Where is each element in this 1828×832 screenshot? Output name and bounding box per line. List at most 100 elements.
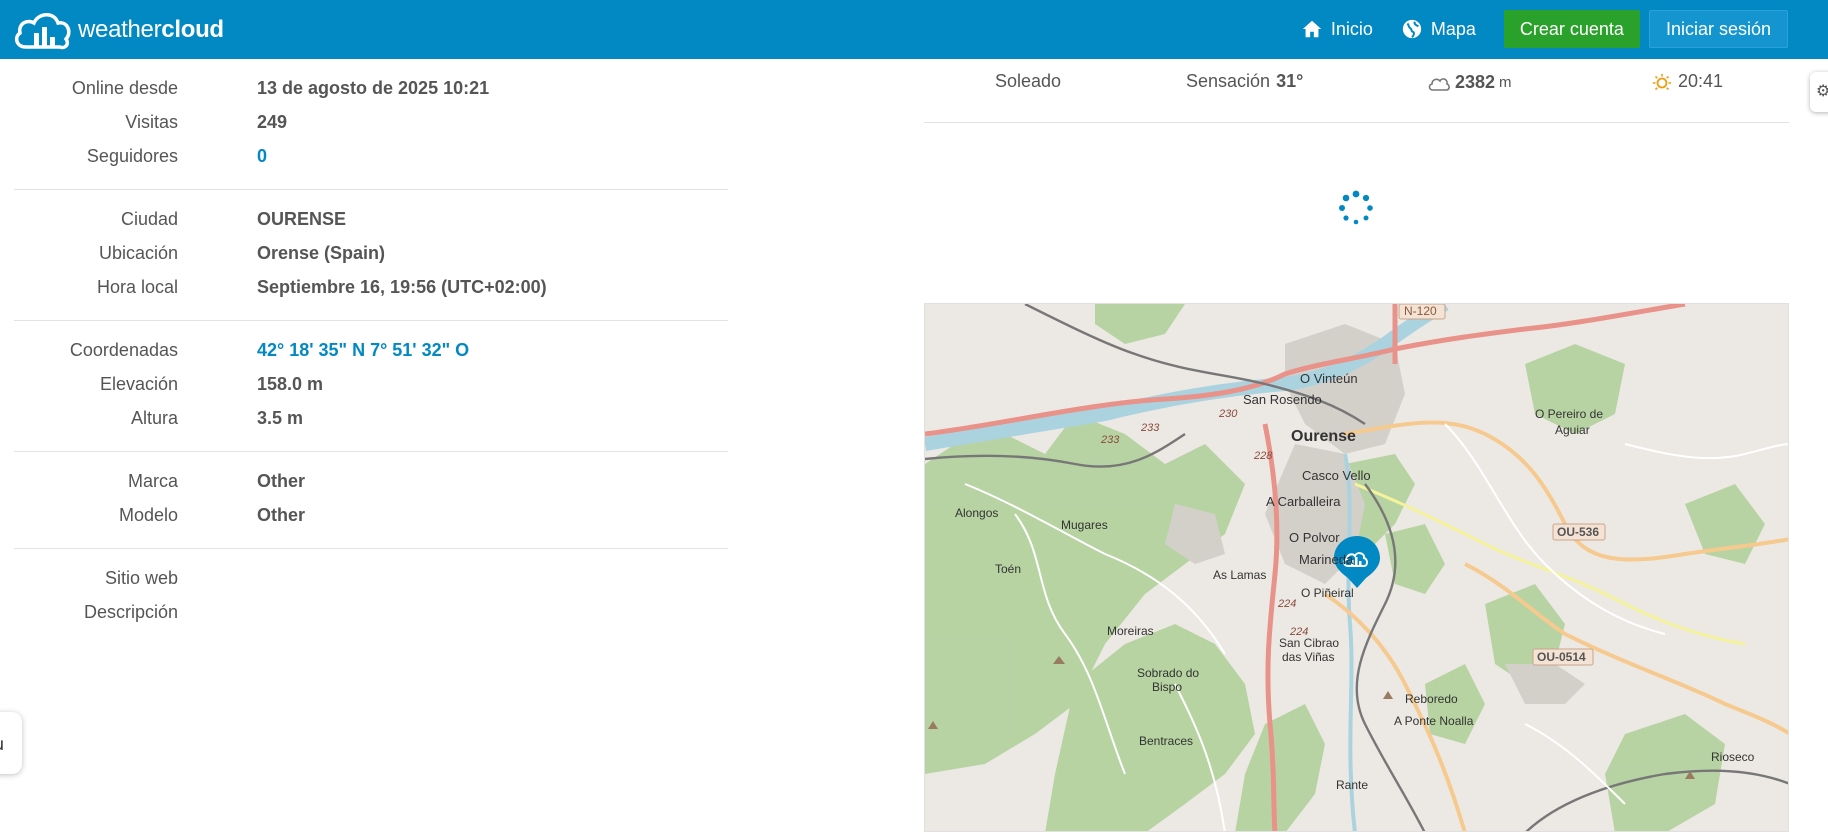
online-since-label: Online desde [71,77,178,98]
brand-value: Other [257,470,306,491]
map-label-road-224-b: 224 [1290,626,1309,638]
map-label-mugares: Mugares [1061,518,1108,532]
info-row-followers: Seguidores 0 [14,139,728,173]
map-label-moreiras: Moreiras [1107,624,1154,638]
map-label-o-polvo: O Polvor [1289,530,1340,545]
map-label-as-lamas: As Lamas [1213,568,1267,582]
settings-tab[interactable]: ⚙ [1810,72,1828,112]
model-label: Modelo [118,504,178,525]
left-side-tab[interactable]: ꭒ [0,712,22,774]
globe-icon [1402,19,1422,39]
map-label-casco-vello: Casco Vello [1302,468,1371,483]
model-value: Other [257,504,306,525]
city-label: Ciudad [120,208,178,229]
info-group-web: Sitio web Descripción [14,549,728,645]
feels-like-label: Sensación [1186,71,1271,91]
condition-text: Soleado [995,71,1062,91]
login-button[interactable]: Iniciar sesión [1648,10,1788,48]
website-label: Sitio web [104,567,178,588]
main-nav: Inicio Mapa Crear cuenta Iniciar sesión [1301,10,1788,48]
map-label-o-pineiral: O Piñeiral [1301,586,1354,600]
map-label-ourense: Ourense [1291,428,1356,445]
map-label-toen: Toén [995,562,1022,576]
map-label-ou536: OU-536 [1557,525,1600,539]
visits-label: Visitas [125,111,178,132]
coordinates-link[interactable]: 42° 18' 35" N 7° 51' 32" O [257,340,469,361]
city-value: OURENSE [257,208,347,229]
station-map[interactable]: N-120 O Vinteún San Rosendo Ourense O Pe… [924,303,1789,832]
map-label-road-230: 230 [1219,408,1238,420]
create-account-button[interactable]: Crear cuenta [1503,10,1640,48]
local-time-label: Hora local [96,276,178,297]
info-row-model: Modelo Other [14,498,728,532]
map-label-bispo: Bispo [1152,680,1183,694]
info-row-website: Sitio web [14,561,728,595]
map-label-san-rosendo: San Rosendo [1243,392,1322,407]
cloud-base-item: 2382 m [1427,72,1512,93]
nav-home-link[interactable]: Inicio [1301,18,1373,40]
cloud-logo-icon [14,13,71,50]
map-label-road-228: 228 [1254,450,1273,462]
cloud-base-unit: m [1499,74,1512,91]
info-row-coordinates: Coordenadas 42° 18' 35" N 7° 51' 32" O [14,333,728,367]
location-value: Orense (Spain) [257,242,386,263]
map-label-marineda: Marineda [1299,552,1354,567]
home-icon [1302,20,1321,38]
info-row-online: Online desde 13 de agosto de 2025 10:21 [14,71,728,105]
weathercloud-logo[interactable]: weathercloud [12,5,224,55]
map-label-a-ponte-noalla: A Ponte Noalla [1394,714,1474,728]
map-label-n120: N-120 [1404,304,1437,318]
map-label-o-vinteun: O Vinteún [1300,371,1358,386]
info-group-activity: Online desde 13 de agosto de 2025 10:21 … [14,59,728,190]
feels-like-item: Sensación 31° [1186,71,1303,92]
sunset-item: 20:41 [1650,71,1723,92]
info-row-elevation: Elevación 158.0 m [14,367,728,401]
info-row-height: Altura 3.5 m [14,401,728,435]
condition-item: Soleado [995,71,1061,92]
nav-map-link[interactable]: Mapa [1401,18,1476,40]
elevation-value: 158.0 m [257,373,324,394]
sun-icon [1653,73,1671,90]
online-since-value: 13 de agosto de 2025 10:21 [257,77,490,98]
info-row-visits: Visitas 249 [14,105,728,139]
map-label-road-224-a: 224 [1278,598,1297,610]
nav-map-label: Mapa [1430,18,1476,39]
map-label-das-vinas: das Viñas [1282,650,1335,664]
map-labels: N-120 O Vinteún San Rosendo Ourense O Pe… [925,304,1788,831]
info-row-local-time: Hora local Septiembre 16, 19:56 (UTC+02:… [14,270,728,304]
loading-spinner-icon [1339,190,1373,225]
station-info-panel: Online desde 13 de agosto de 2025 10:21 … [14,59,728,645]
description-label: Descripción [83,601,178,622]
map-label-ou0514: OU-0514 [1537,650,1586,664]
brand-label: Marca [127,470,178,491]
info-row-brand: Marca Other [14,464,728,498]
map-label-a-carballeira: A Carballeira [1266,494,1341,509]
map-label-road-233-b: 233 [1141,422,1160,434]
map-label-aguiar: Aguiar [1555,423,1590,437]
map-label-o-pereiro: O Pereiro de [1535,407,1604,421]
info-group-position: Coordenadas 42° 18' 35" N 7° 51' 32" O E… [14,321,728,452]
map-label-sobrado: Sobrado do [1137,666,1200,680]
sunset-time: 20:41 [1678,71,1724,91]
height-label: Altura [130,407,178,428]
map-label-rante: Rante [1336,778,1369,792]
logo-text: weathercloud [78,16,224,43]
elevation-label: Elevación [99,373,178,394]
nav-home-label: Inicio [1330,18,1373,39]
height-value: 3.5 m [257,407,304,428]
map-label-alongos: Alongos [955,506,999,520]
followers-link[interactable]: 0 [257,146,267,167]
visits-value: 249 [257,111,288,132]
top-navigation-bar: weathercloud Inicio Mapa Crear cuenta In… [0,0,1828,59]
current-conditions-summary: Soleado Sensación 31° 2382 m 20:41 [924,59,1789,123]
info-group-device: Marca Other Modelo Other [14,452,728,549]
map-label-bentraces: Bentraces [1139,734,1194,748]
side-tab-glyph-icon: ꭒ [0,732,4,756]
info-group-location: Ciudad OURENSE Ubicación Orense (Spain) … [14,190,728,321]
map-label-reboredo: Reboredo [1405,692,1458,706]
cloud-icon [1428,77,1450,91]
coordinates-label: Coordenadas [69,339,178,360]
info-row-city: Ciudad OURENSE [14,202,728,236]
map-label-san-cibrao: San Cibrao [1279,636,1340,650]
feels-like-value: 31° [1276,71,1304,91]
